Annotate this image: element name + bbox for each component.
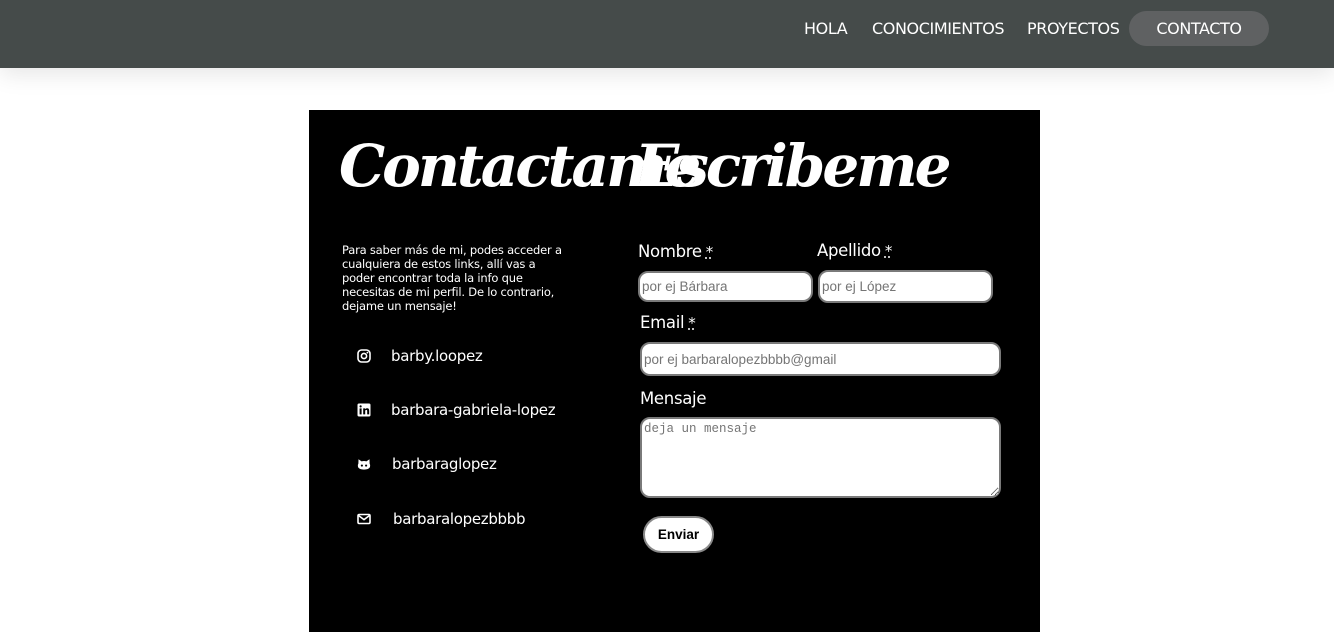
nav-item-hola[interactable]: HOLA: [804, 11, 848, 46]
nombre-input[interactable]: [638, 271, 813, 302]
mail-icon: [357, 513, 371, 525]
contact-intro-text: Para saber más de mi, podes acceder a cu…: [342, 243, 562, 313]
required-mark: *: [688, 314, 696, 332]
nombre-label: Nombre *: [638, 242, 713, 261]
apellido-input[interactable]: [818, 270, 993, 303]
top-navigation-bar: HOLA CONOCIMIENTOS PROYECTOS CONTACTO: [0, 0, 1334, 68]
social-link-label: barbaraglopez: [392, 455, 497, 473]
social-link-label: barbaralopezbbbb: [393, 510, 526, 528]
social-link-label: barbara-gabriela-lopez: [391, 401, 556, 419]
instagram-icon: [357, 349, 371, 363]
email-label: Email *: [640, 313, 696, 332]
nav-item-conocimientos[interactable]: CONOCIMIENTOS: [872, 11, 1005, 46]
apellido-label: Apellido *: [817, 241, 893, 260]
github-icon: [357, 459, 371, 470]
mensaje-label: Mensaje: [640, 389, 707, 408]
required-mark: *: [884, 242, 893, 260]
mensaje-textarea[interactable]: [640, 417, 1001, 498]
email-input[interactable]: [640, 342, 1001, 376]
nav-item-contacto[interactable]: CONTACTO: [1129, 11, 1269, 46]
social-link-label: barby.loopez: [391, 347, 483, 365]
contact-panel: Contactame Escribeme Para saber más de m…: [309, 110, 1040, 632]
required-mark: *: [705, 243, 714, 261]
nav-item-proyectos[interactable]: PROYECTOS: [1027, 11, 1120, 46]
linkedin-icon: [357, 403, 371, 417]
form-title: Escribeme: [635, 132, 951, 200]
enviar-button[interactable]: Enviar: [643, 516, 714, 553]
